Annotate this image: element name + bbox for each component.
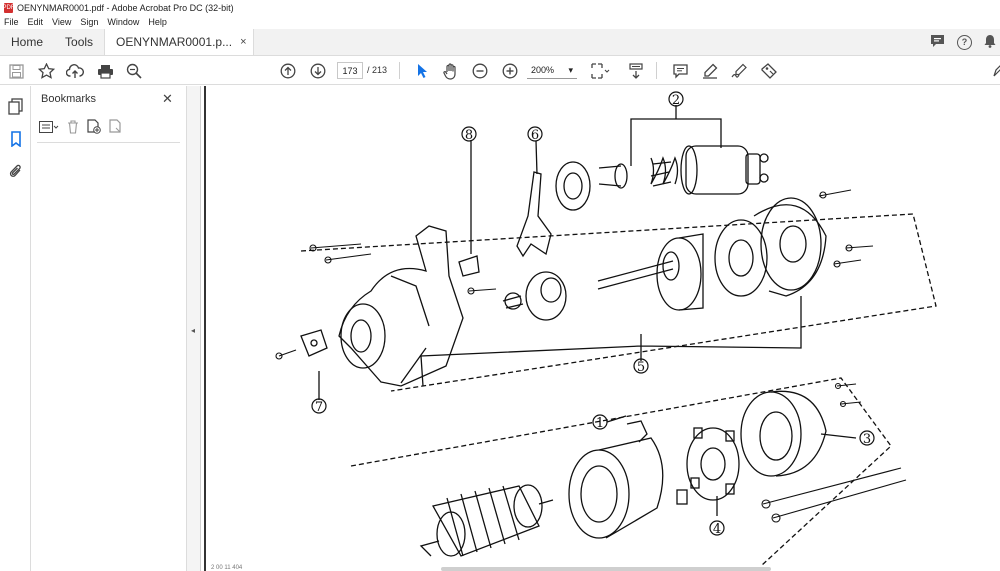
menu-edit[interactable]: Edit [28, 17, 44, 27]
leader-3 [820, 433, 857, 439]
delete-bookmark-icon[interactable] [67, 119, 79, 137]
part-label-5: 5 [637, 360, 645, 375]
tab-document[interactable]: OENYNMAR0001.p... × [104, 29, 254, 55]
leader-5 [420, 296, 802, 387]
page-total: / 213 [367, 65, 388, 75]
cover-plate [300, 329, 328, 357]
select-cursor-icon[interactable] [412, 61, 432, 81]
scroll-mode-icon[interactable] [626, 61, 646, 81]
panel-splitter[interactable]: ◂ [187, 86, 201, 571]
brush-holder-plate [686, 427, 740, 501]
zoom-level-select[interactable]: 200% ▾ [527, 62, 577, 79]
part-label-7: 7 [315, 400, 323, 415]
toolbar-divider [399, 62, 400, 79]
starter-motor-exploded-diagram: 2 8 6 5 7 1 3 4 [275, 91, 937, 567]
part-number-labels: 2 8 6 5 7 1 3 4 [311, 91, 875, 537]
zoom-in-icon[interactable] [500, 61, 520, 81]
part-label-2: 2 [672, 93, 680, 108]
tab-document-label: OENYNMAR0001.p... [116, 35, 233, 49]
part-label-1: 1 [596, 416, 604, 431]
toolbar-divider [656, 62, 657, 79]
bookmarks-title: Bookmarks [41, 93, 97, 105]
page-fit-icon[interactable] [590, 61, 610, 81]
pdf-app-icon: PDF [2, 2, 15, 13]
bookmark-star-icon[interactable] [36, 61, 56, 81]
page-thumbnails-icon[interactable] [7, 98, 24, 115]
zoom-search-icon[interactable] [124, 61, 144, 81]
commutator-end-plate [714, 197, 827, 297]
add-comment-icon[interactable] [670, 61, 690, 81]
bookmark-options-icon[interactable] [39, 120, 59, 136]
bookmarks-panel: Bookmarks ✕ [31, 86, 187, 571]
comment-icon[interactable] [930, 34, 945, 51]
gasket-ring [555, 161, 591, 211]
leader-2 [630, 105, 722, 166]
pinion-drive [502, 271, 567, 321]
window-title: OENYNMAR0001.pdf - Adobe Acrobat Pro DC … [17, 2, 234, 13]
tab-tools[interactable]: Tools [54, 29, 104, 55]
part-label-3: 3 [863, 432, 871, 447]
bracket-clip [458, 255, 480, 277]
bell-icon[interactable] [984, 34, 996, 51]
part-label-4: 4 [713, 522, 721, 537]
chevron-down-icon: ▾ [568, 64, 573, 75]
end-cap [740, 390, 827, 477]
tab-home-label: Home [11, 35, 44, 49]
new-bookmark-icon[interactable] [87, 119, 101, 137]
print-icon[interactable] [95, 61, 115, 81]
menu-help[interactable]: Help [148, 17, 167, 27]
collapse-arrow-icon[interactable]: ◂ [191, 326, 195, 335]
close-panel-icon[interactable]: ✕ [162, 91, 173, 107]
highlight-pen-icon[interactable] [700, 61, 720, 81]
main-toolbar: 173 / 213 200% ▾ [0, 56, 1000, 85]
bookmark-properties-icon[interactable] [109, 119, 123, 137]
zoom-level-value: 200% [531, 65, 555, 75]
close-tab-icon[interactable]: × [240, 36, 246, 48]
leader-6 [535, 140, 538, 175]
drive-end-housing [338, 225, 464, 387]
drive-end-shaft [597, 233, 704, 311]
help-icon[interactable]: ? [957, 34, 972, 50]
solenoid-switch [598, 145, 769, 195]
pole-housing [568, 420, 688, 539]
assembly-outline-upper [300, 213, 937, 392]
edit-link-icon[interactable] [988, 61, 1000, 81]
part-label-8: 8 [465, 128, 473, 143]
menu-sign[interactable]: Sign [80, 17, 98, 27]
bookmarks-toolbar [39, 118, 123, 138]
zoom-out-icon[interactable] [470, 61, 490, 81]
assembly-outline-lower [350, 377, 892, 567]
document-viewer[interactable]: 2 8 6 5 7 1 3 4 2 00 11 404 [201, 86, 1000, 571]
shift-fork-lever [516, 171, 552, 258]
panel-divider [37, 142, 180, 143]
armature [419, 484, 554, 557]
menu-view[interactable]: View [52, 17, 71, 27]
menu-bar: File Edit View Sign Window Help [0, 15, 1000, 29]
menu-file[interactable]: File [4, 17, 19, 27]
leader-1 [606, 415, 627, 423]
part-label-6: 6 [531, 128, 539, 143]
hand-tool-icon[interactable] [441, 61, 461, 81]
page-number-input[interactable]: 173 [337, 62, 363, 79]
save-icon[interactable] [6, 61, 26, 81]
tab-home[interactable]: Home [0, 29, 54, 55]
page-footer-code: 2 00 11 404 [211, 565, 243, 571]
tab-bar: Home Tools OENYNMAR0001.p... × ? [0, 29, 1000, 56]
sign-icon[interactable] [729, 61, 749, 81]
upload-cloud-icon[interactable] [65, 61, 85, 81]
attachments-paperclip-icon[interactable] [7, 162, 24, 179]
tab-tools-label: Tools [65, 35, 94, 49]
horizontal-scrollbar[interactable] [441, 567, 771, 571]
left-navigation-rail [0, 86, 31, 571]
pdf-badge-text: PDF [2, 4, 15, 11]
title-bar: PDF OENYNMAR0001.pdf - Adobe Acrobat Pro… [0, 0, 1000, 15]
menu-window[interactable]: Window [107, 17, 139, 27]
previous-page-icon[interactable] [278, 61, 298, 81]
next-page-icon[interactable] [308, 61, 328, 81]
screws [275, 189, 907, 523]
bookmarks-panel-icon[interactable] [7, 130, 24, 147]
stamp-tag-icon[interactable] [759, 61, 779, 81]
